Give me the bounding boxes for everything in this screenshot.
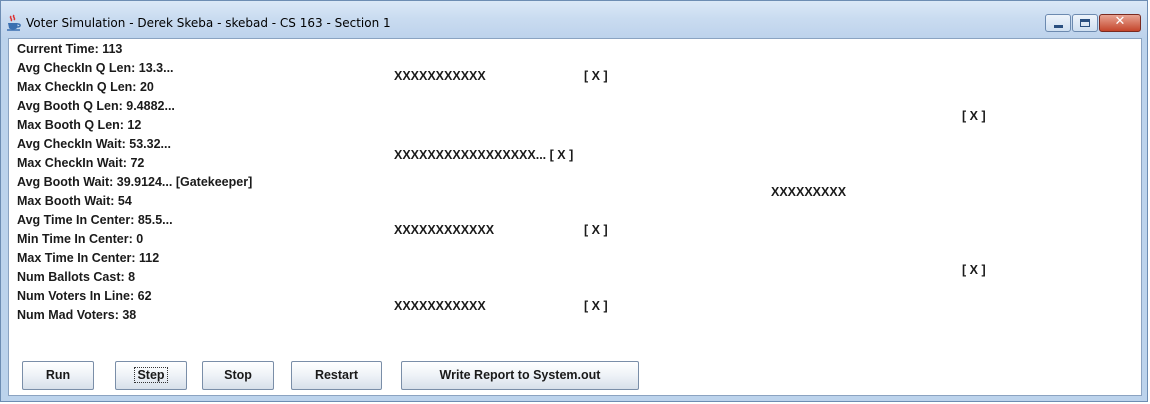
checkin-booth-1: [ X ]	[584, 69, 608, 83]
checkin-queue-2: XXXXXXXXXXXXXXXXX... [ X ]	[394, 148, 574, 162]
stat-max-checkin-wait: Max CheckIn Wait: 72	[17, 156, 145, 170]
maximize-button[interactable]	[1072, 14, 1098, 32]
stat-avg-checkin-wait: Avg CheckIn Wait: 53.32...	[17, 137, 171, 151]
stat-max-booth-wait: Max Booth Wait: 54	[17, 194, 132, 208]
checkin-booth-3: [ X ]	[584, 223, 608, 237]
checkin-queue-1: XXXXXXXXXXX	[394, 69, 486, 83]
stat-current-time: Current Time: 113	[17, 42, 123, 56]
checkin-queue-4: XXXXXXXXXXX	[394, 299, 486, 313]
stop-button-label: Stop	[224, 368, 252, 382]
java-coffee-cup-icon	[5, 14, 23, 32]
stat-min-time-in-center: Min Time In Center: 0	[17, 232, 144, 246]
checkin-queue-3: XXXXXXXXXXXX	[394, 223, 495, 237]
stat-max-time-in-center: Max Time In Center: 112	[17, 251, 160, 265]
close-button[interactable]: ✕	[1099, 14, 1141, 32]
stat-avg-booth-wait: Avg Booth Wait: 39.9124... [Gatekeeper]	[17, 175, 253, 189]
stat-num-ballots-cast: Num Ballots Cast: 8	[17, 270, 136, 284]
stat-avg-checkin-q-len: Avg CheckIn Q Len: 13.3...	[17, 61, 174, 75]
app-window: Voter Simulation - Derek Skeba - skebad …	[0, 0, 1148, 402]
simulation-panel: Current Time: 113 Avg CheckIn Q Len: 13.…	[8, 38, 1142, 396]
close-icon: ✕	[1114, 14, 1126, 29]
restart-button[interactable]: Restart	[291, 361, 382, 390]
checkin-booth-4: [ X ]	[584, 299, 608, 313]
window-title: Voter Simulation - Derek Skeba - skebad …	[26, 16, 391, 30]
voting-booth-2: [ X ]	[962, 263, 986, 277]
stat-num-mad-voters: Num Mad Voters: 38	[17, 308, 137, 322]
step-button[interactable]: Step	[115, 361, 187, 390]
write-report-button-label: Write Report to System.out	[439, 368, 601, 382]
stat-max-checkin-q-len: Max CheckIn Q Len: 20	[17, 80, 154, 94]
run-button-label: Run	[45, 368, 71, 382]
booth-queue: XXXXXXXXX	[771, 185, 847, 199]
minimize-button[interactable]	[1045, 14, 1071, 32]
stat-max-booth-q-len: Max Booth Q Len: 12	[17, 118, 142, 132]
stat-avg-time-in-center: Avg Time In Center: 85.5...	[17, 213, 173, 227]
stop-button[interactable]: Stop	[202, 361, 274, 390]
step-button-label: Step	[134, 367, 168, 383]
stat-num-voters-in-line: Num Voters In Line: 62	[17, 289, 152, 303]
minimize-icon	[1054, 25, 1063, 28]
window-controls: ✕	[1044, 14, 1141, 32]
run-button[interactable]: Run	[22, 361, 94, 390]
maximize-icon	[1080, 19, 1090, 27]
restart-button-label: Restart	[314, 368, 359, 382]
voting-booth-1: [ X ]	[962, 109, 986, 123]
stat-avg-booth-q-len: Avg Booth Q Len: 9.4882...	[17, 99, 175, 113]
title-bar[interactable]: Voter Simulation - Derek Skeba - skebad …	[1, 1, 1147, 37]
write-report-button[interactable]: Write Report to System.out	[401, 361, 639, 390]
